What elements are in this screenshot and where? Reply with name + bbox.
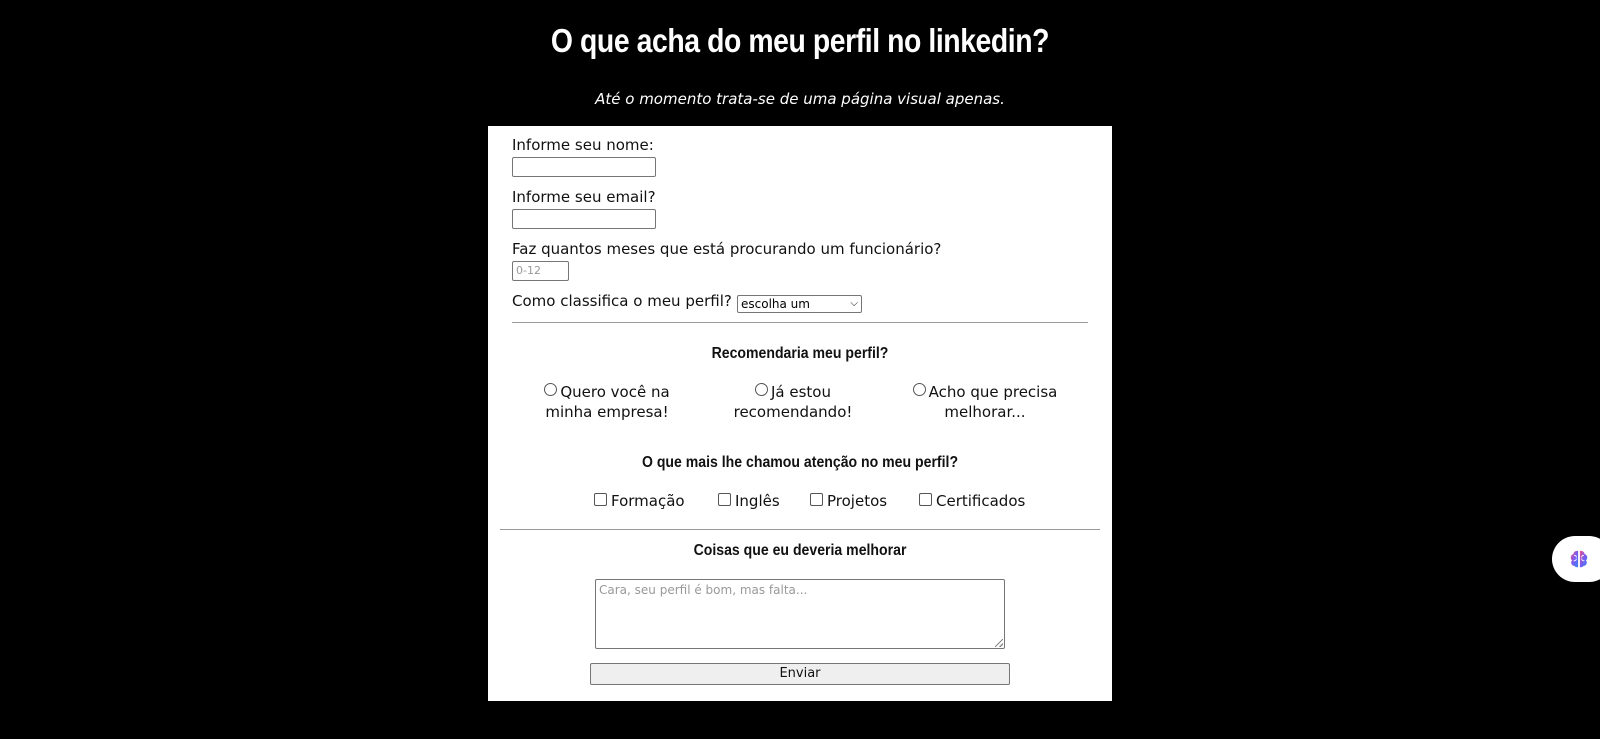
chevron-down-icon: ⌵ xyxy=(850,298,858,309)
checkbox-label: Projetos xyxy=(827,492,888,510)
textarea-placeholder: Cara, seu perfil é bom, mas falta... xyxy=(599,583,808,597)
improve-textarea[interactable]: Cara, seu perfil é bom, mas falta... xyxy=(595,579,1005,649)
checkbox-label: Certificados xyxy=(936,492,1026,510)
divider xyxy=(500,529,1100,530)
radio-option-improve[interactable]: Acho que precisa melhorar... xyxy=(900,382,1070,422)
radio-option-hire[interactable]: Quero você na minha empresa! xyxy=(532,382,682,422)
radio-label-line1: Quero você na xyxy=(560,383,670,401)
email-input[interactable] xyxy=(512,209,656,229)
page: O que acha do meu perfil no linkedin? At… xyxy=(0,0,1600,739)
radio-label-line2: melhorar... xyxy=(944,403,1026,421)
rating-label: Como classifica o meu perfil? xyxy=(512,292,732,310)
resize-handle-icon[interactable] xyxy=(995,639,1003,647)
brain-icon[interactable] xyxy=(1568,548,1590,570)
improve-title: Coisas que eu deveria melhorar xyxy=(693,542,907,559)
radio-label-line2: recomendando! xyxy=(733,403,853,421)
email-label: Informe seu email? xyxy=(512,188,656,206)
radio-circle[interactable] xyxy=(755,383,768,396)
name-label: Informe seu nome: xyxy=(512,136,654,154)
rating-select-value: escolha um xyxy=(741,297,810,311)
page-subtitle: Até o momento trata-se de uma página vis… xyxy=(595,90,1005,108)
checkbox-box[interactable] xyxy=(594,493,607,506)
checkbox-label: Formação xyxy=(611,492,685,510)
feedback-form: Informe seu nome: Informe seu email? Faz… xyxy=(488,126,1112,701)
divider xyxy=(512,322,1088,323)
extension-widget[interactable] xyxy=(1552,536,1600,582)
rating-select[interactable]: escolha um ⌵ xyxy=(737,295,862,313)
radio-circle[interactable] xyxy=(544,383,558,396)
radio-label-line1: Já estou xyxy=(771,383,831,401)
radio-label-line1: Acho que precisa xyxy=(928,383,1058,401)
checkbox-box[interactable] xyxy=(919,493,932,506)
name-input[interactable] xyxy=(512,157,656,177)
radio-label-line2: minha empresa! xyxy=(545,403,669,421)
attention-title: O que mais lhe chamou atenção no meu per… xyxy=(641,454,959,471)
checkbox-ingles[interactable]: Inglês xyxy=(718,492,780,510)
radio-circle[interactable] xyxy=(912,383,926,396)
checkbox-box[interactable] xyxy=(718,493,731,506)
checkbox-label: Inglês xyxy=(735,492,780,510)
checkbox-box[interactable] xyxy=(810,493,823,506)
page-title: O que acha do meu perfil no linkedin? xyxy=(550,22,1050,59)
months-input[interactable]: 0-12 xyxy=(512,261,569,281)
submit-button[interactable]: Enviar xyxy=(590,663,1010,685)
months-label: Faz quantos meses que está procurando um… xyxy=(512,240,942,258)
checkbox-formacao[interactable]: Formação xyxy=(594,492,685,510)
checkbox-projetos[interactable]: Projetos xyxy=(810,492,887,510)
recommend-title: Recomendaria meu perfil? xyxy=(711,345,889,362)
radio-option-recommending[interactable]: Já estou recomendando! xyxy=(723,382,863,422)
checkbox-certificados[interactable]: Certificados xyxy=(919,492,1025,510)
